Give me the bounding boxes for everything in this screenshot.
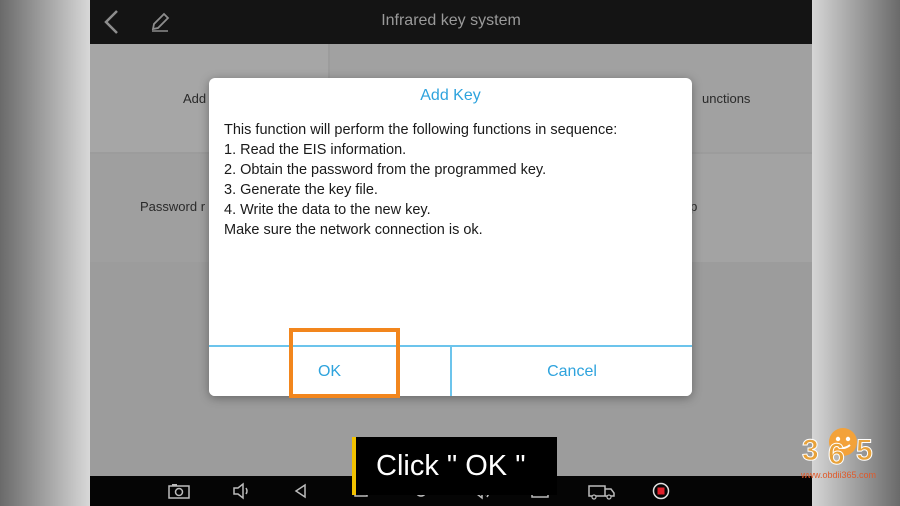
message-line: This function will perform the following…	[224, 122, 618, 138]
dialog-message: This function will perform the following…	[224, 120, 679, 240]
watermark-url: www.obdii365.com	[801, 470, 877, 480]
ok-highlight-box	[289, 328, 400, 398]
message-line: 1. Read the EIS information.	[224, 142, 407, 158]
message-line: 3. Generate the key file.	[224, 182, 378, 198]
dialog-title: Add Key	[420, 87, 481, 104]
page-title: Infrared key system	[381, 12, 521, 29]
tile-label: unctions	[702, 91, 751, 106]
caption-text: Click " OK "	[376, 450, 526, 482]
truck-icon[interactable]	[588, 482, 616, 500]
camera-icon[interactable]	[168, 482, 190, 500]
title-bar: Infrared key system	[90, 0, 812, 44]
message-line: 4. Write the data to the new key.	[224, 202, 431, 218]
message-line: Make sure the network connection is ok.	[224, 222, 483, 238]
tile-label: Add	[183, 91, 207, 106]
svg-text:5: 5	[856, 434, 873, 467]
volume-down-icon[interactable]	[230, 482, 252, 500]
tile-label: Password r	[140, 199, 206, 214]
record-icon[interactable]	[650, 482, 672, 500]
instruction-caption: Click " OK "	[352, 437, 557, 495]
add-key-dialog: Add Key This function will perform the f…	[209, 78, 692, 396]
svg-text:6: 6	[828, 438, 845, 471]
left-backdrop	[0, 0, 90, 506]
svg-text:3: 3	[802, 434, 819, 467]
back-icon[interactable]	[290, 482, 312, 500]
message-line: 2. Obtain the password from the programm…	[224, 162, 547, 178]
cancel-button[interactable]: Cancel	[452, 347, 692, 396]
